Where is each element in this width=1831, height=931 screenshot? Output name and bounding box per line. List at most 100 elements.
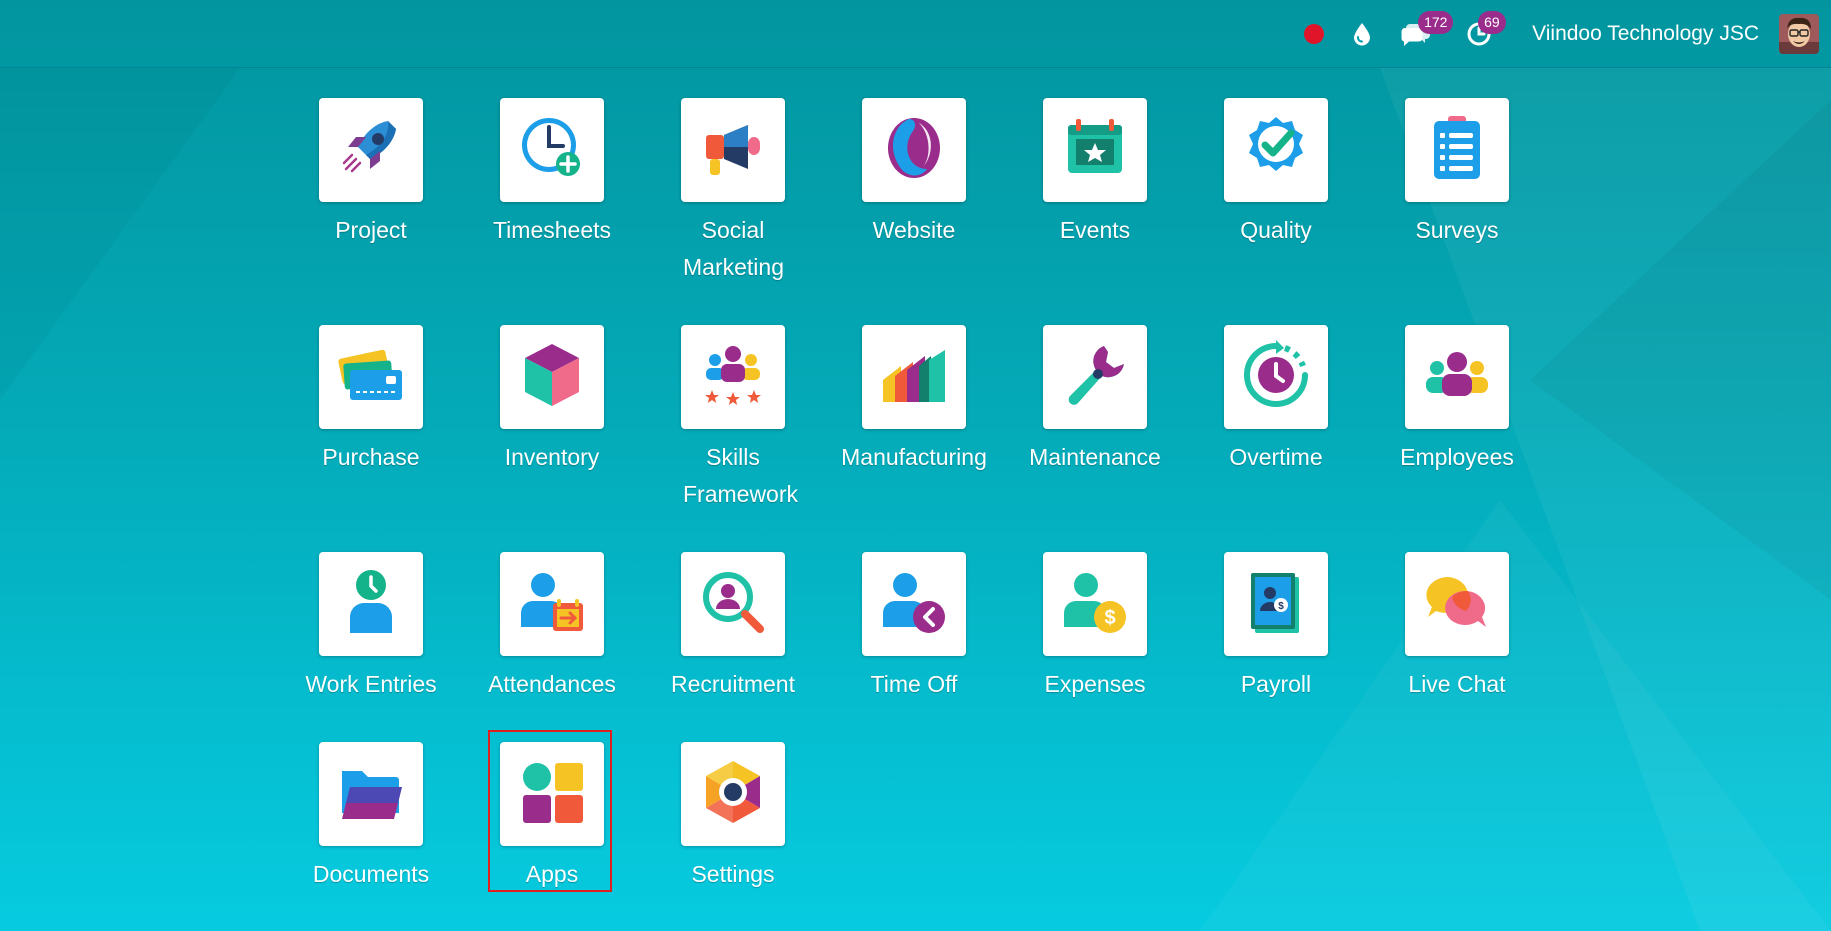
app-tile[interactable] [681,98,785,202]
app-label: Inventory [504,444,600,470]
app-tile[interactable] [681,552,785,656]
megaphone-icon [698,113,768,188]
app-social-marketing[interactable]: Social Marketing [643,98,823,286]
app-tile[interactable] [500,98,604,202]
water-drop-icon [1354,23,1371,46]
systray: 172 69 Viindoo Technology JSC [1294,0,1831,68]
app-apps[interactable]: Apps [462,742,642,893]
clock-cycle-icon [1241,339,1311,415]
magnifier-person-icon [698,567,768,642]
app-tile[interactable] [681,325,785,429]
check-badge-icon [1241,113,1311,188]
app-label: Employees [1400,444,1514,470]
activity-menu[interactable]: 69 [1448,0,1510,68]
app-tile[interactable] [1043,325,1147,429]
app-tile[interactable] [500,552,604,656]
app-label: Settings [691,861,775,887]
app-tile[interactable] [1224,98,1328,202]
app-tile[interactable] [862,98,966,202]
people-group-icon [1422,340,1492,415]
app-live-chat[interactable]: Live Chat [1367,552,1547,703]
app-label: Time Off [870,671,958,697]
user-avatar[interactable] [1779,14,1819,54]
app-expenses[interactable]: $ Expenses [1005,552,1185,703]
app-tile[interactable] [500,325,604,429]
app-project[interactable]: Project [281,98,461,249]
app-documents[interactable]: Documents [281,742,461,893]
wrench-icon [1060,340,1130,415]
app-events[interactable]: Events [1005,98,1185,249]
app-tile[interactable] [500,742,604,846]
app-tile[interactable] [1405,325,1509,429]
app-timesheets[interactable]: Timesheets [462,98,642,249]
recording-indicator[interactable] [1294,0,1334,68]
app-tile[interactable] [319,552,423,656]
theme-toggle[interactable] [1340,0,1384,68]
app-website[interactable]: Website [824,98,1004,249]
app-inventory[interactable]: Inventory [462,325,642,476]
app-overtime[interactable]: Overtime [1186,325,1366,476]
app-label: Apps [525,861,579,887]
payslip-icon: $ [1241,567,1311,642]
app-employees[interactable]: Employees [1367,325,1547,476]
app-quality[interactable]: Quality [1186,98,1366,249]
activity-badge: 69 [1478,11,1506,34]
app-manufacturing[interactable]: Manufacturing [824,325,1004,476]
svg-text:$: $ [1278,601,1284,612]
person-back-icon [879,567,949,642]
app-tile[interactable] [862,552,966,656]
app-surveys[interactable]: Surveys [1367,98,1547,249]
app-label: Events [1059,217,1131,243]
app-label: Manufacturing [841,444,987,470]
person-dollar-icon: $ [1060,567,1130,642]
app-time-off[interactable]: Time Off [824,552,1004,703]
svg-text:$: $ [1104,607,1115,629]
app-tile[interactable] [319,98,423,202]
calendar-star-icon [1060,113,1130,188]
person-calendar-icon [517,567,587,642]
app-tile[interactable] [1405,98,1509,202]
app-label: Timesheets [492,217,612,243]
app-attendances[interactable]: Attendances [462,552,642,703]
avatar-image [1779,14,1819,54]
app-tile[interactable] [681,742,785,846]
apps-grid-icon [517,757,587,832]
app-payroll[interactable]: $ Payroll [1186,552,1366,703]
app-tile[interactable] [1043,98,1147,202]
app-label: Purchase [322,444,420,470]
app-label: Surveys [1415,217,1499,243]
app-recruitment[interactable]: Recruitment [643,552,823,703]
app-skills-framework[interactable]: Skills Framework [643,325,823,513]
clock-plus-icon [517,113,587,188]
rocket-icon [336,113,406,188]
app-maintenance[interactable]: Maintenance [1005,325,1185,476]
clipboard-list-icon [1422,113,1492,188]
record-dot-icon [1304,24,1325,44]
app-settings[interactable]: Settings [643,742,823,893]
people-stars-icon [698,340,768,415]
app-label: Skills Framework [683,444,799,507]
app-tile[interactable]: $ [1043,552,1147,656]
app-label: Expenses [1044,671,1146,697]
cube-icon [517,340,587,415]
top-navbar: 172 69 Viindoo Technology JSC [0,0,1831,68]
company-switcher[interactable]: Viindoo Technology JSC [1532,22,1759,46]
messaging-menu[interactable]: 172 [1384,0,1454,68]
factory-icon [879,340,949,415]
app-label: Overtime [1229,444,1323,470]
app-tile[interactable]: $ [1224,552,1328,656]
app-tile[interactable] [319,325,423,429]
app-tile[interactable] [319,742,423,846]
app-label: Project [335,217,407,243]
app-tile[interactable] [1405,552,1509,656]
app-tile[interactable] [1224,325,1328,429]
app-label: Live Chat [1408,671,1506,697]
app-tile[interactable] [862,325,966,429]
app-purchase[interactable]: Purchase [281,325,461,476]
person-clock-icon [336,567,406,642]
app-work-entries[interactable]: Work Entries [281,552,461,703]
app-label: Website [872,217,956,243]
app-label: Quality [1240,217,1312,243]
app-label: Payroll [1240,671,1312,697]
website-globe-icon [879,113,949,188]
